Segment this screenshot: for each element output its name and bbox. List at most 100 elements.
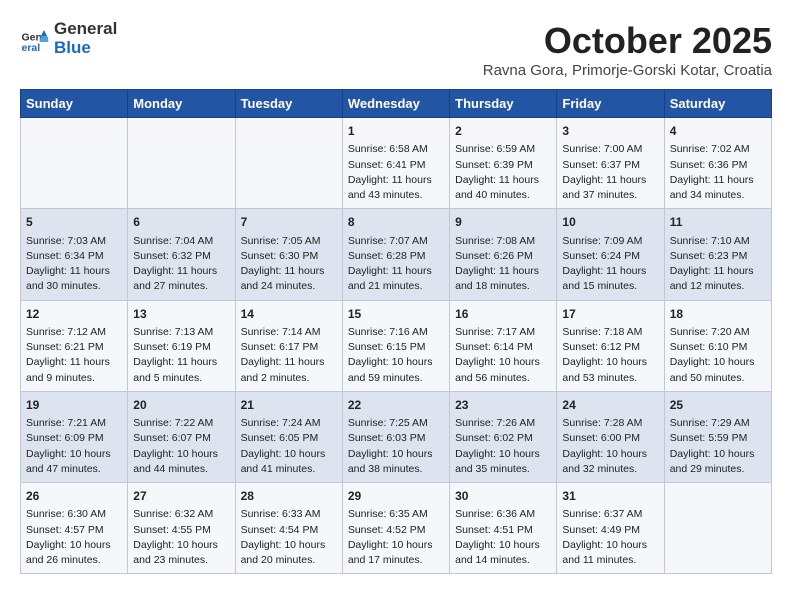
- calendar-table: SundayMondayTuesdayWednesdayThursdayFrid…: [20, 89, 772, 574]
- day-number: 8: [348, 214, 444, 231]
- calendar-day-4: 4 Sunrise: 7:02 AM Sunset: 6:36 PM Daylig…: [664, 118, 771, 209]
- calendar-day-22: 22 Sunrise: 7:25 AM Sunset: 6:03 PM Dayli…: [342, 391, 449, 482]
- day-number: 1: [348, 123, 444, 140]
- calendar-empty-cell: [21, 118, 128, 209]
- calendar-day-27: 27 Sunrise: 6:32 AM Sunset: 4:55 PM Dayli…: [128, 483, 235, 574]
- day-info: Sunrise: 7:02 AM Sunset: 6:36 PM Dayligh…: [670, 143, 754, 201]
- month-title: October 2025: [483, 20, 772, 62]
- day-info: Sunrise: 7:00 AM Sunset: 6:37 PM Dayligh…: [562, 143, 646, 201]
- day-number: 16: [455, 306, 551, 323]
- day-info: Sunrise: 7:20 AM Sunset: 6:10 PM Dayligh…: [670, 326, 755, 384]
- day-info: Sunrise: 7:09 AM Sunset: 6:24 PM Dayligh…: [562, 235, 646, 293]
- calendar-day-21: 21Sunrise: 7:24 AM Sunset: 6:05 PM Dayli…: [235, 391, 342, 482]
- day-info: Sunrise: 7:10 AM Sunset: 6:23 PM Dayligh…: [670, 235, 754, 293]
- day-number: 11: [670, 214, 766, 231]
- day-header-wednesday: Wednesday: [342, 90, 449, 118]
- page-header: Gen eral General Blue October 2025 Ravna…: [20, 20, 772, 79]
- calendar-week-row: 1Sunrise: 6:58 AM Sunset: 6:41 PM Daylig…: [21, 118, 772, 209]
- calendar-day-28: 28 Sunrise: 6:33 AM Sunset: 4:54 PM Dayli…: [235, 483, 342, 574]
- day-number: 31: [562, 488, 658, 505]
- day-header-sunday: Sunday: [21, 90, 128, 118]
- day-number: 19: [26, 397, 122, 414]
- calendar-day-11: 11 Sunrise: 7:10 AM Sunset: 6:23 PM Dayli…: [664, 209, 771, 300]
- calendar-week-row: 12Sunrise: 7:12 AM Sunset: 6:21 PM Dayli…: [21, 300, 772, 391]
- calendar-day-17: 17Sunrise: 7:18 AM Sunset: 6:12 PM Dayli…: [557, 300, 664, 391]
- day-number: 7: [241, 214, 337, 231]
- day-number: 30: [455, 488, 551, 505]
- day-number: 15: [348, 306, 444, 323]
- calendar-day-30: 30 Sunrise: 6:36 AM Sunset: 4:51 PM Dayli…: [450, 483, 557, 574]
- calendar-day-7: 7Sunrise: 7:05 AM Sunset: 6:30 PM Daylig…: [235, 209, 342, 300]
- title-block: October 2025 Ravna Gora, Primorje-Gorski…: [483, 20, 772, 79]
- calendar-day-6: 6 Sunrise: 7:04 AM Sunset: 6:32 PM Daylig…: [128, 209, 235, 300]
- calendar-empty-cell: [128, 118, 235, 209]
- day-number: 22: [348, 397, 444, 414]
- logo: Gen eral General Blue: [20, 20, 117, 57]
- calendar-day-10: 10 Sunrise: 7:09 AM Sunset: 6:24 PM Dayli…: [557, 209, 664, 300]
- day-info: Sunrise: 6:33 AM Sunset: 4:54 PM Dayligh…: [241, 508, 326, 566]
- day-number: 5: [26, 214, 122, 231]
- svg-text:eral: eral: [22, 42, 41, 54]
- day-info: Sunrise: 7:12 AM Sunset: 6:21 PM Dayligh…: [26, 326, 110, 384]
- calendar-day-12: 12Sunrise: 7:12 AM Sunset: 6:21 PM Dayli…: [21, 300, 128, 391]
- calendar-day-16: 16 Sunrise: 7:17 AM Sunset: 6:14 PM Dayli…: [450, 300, 557, 391]
- day-info: Sunrise: 7:03 AM Sunset: 6:34 PM Dayligh…: [26, 235, 110, 293]
- day-number: 10: [562, 214, 658, 231]
- day-number: 3: [562, 123, 658, 140]
- day-info: Sunrise: 7:04 AM Sunset: 6:32 PM Dayligh…: [133, 235, 217, 293]
- calendar-day-19: 19Sunrise: 7:21 AM Sunset: 6:09 PM Dayli…: [21, 391, 128, 482]
- calendar-day-18: 18 Sunrise: 7:20 AM Sunset: 6:10 PM Dayli…: [664, 300, 771, 391]
- day-number: 9: [455, 214, 551, 231]
- day-number: 24: [562, 397, 658, 414]
- day-info: Sunrise: 6:59 AM Sunset: 6:39 PM Dayligh…: [455, 143, 539, 201]
- calendar-day-2: 2Sunrise: 6:59 AM Sunset: 6:39 PM Daylig…: [450, 118, 557, 209]
- calendar-day-20: 20Sunrise: 7:22 AM Sunset: 6:07 PM Dayli…: [128, 391, 235, 482]
- day-info: Sunrise: 7:18 AM Sunset: 6:12 PM Dayligh…: [562, 326, 647, 384]
- day-info: Sunrise: 7:28 AM Sunset: 6:00 PM Dayligh…: [562, 417, 647, 475]
- calendar-day-8: 8 Sunrise: 7:07 AM Sunset: 6:28 PM Daylig…: [342, 209, 449, 300]
- day-number: 28: [241, 488, 337, 505]
- logo-icon: Gen eral: [20, 24, 50, 54]
- calendar-day-31: 31Sunrise: 6:37 AM Sunset: 4:49 PM Dayli…: [557, 483, 664, 574]
- calendar-day-1: 1Sunrise: 6:58 AM Sunset: 6:41 PM Daylig…: [342, 118, 449, 209]
- day-header-monday: Monday: [128, 90, 235, 118]
- day-header-tuesday: Tuesday: [235, 90, 342, 118]
- day-info: Sunrise: 6:35 AM Sunset: 4:52 PM Dayligh…: [348, 508, 433, 566]
- day-info: Sunrise: 7:25 AM Sunset: 6:03 PM Dayligh…: [348, 417, 433, 475]
- calendar-week-row: 19Sunrise: 7:21 AM Sunset: 6:09 PM Dayli…: [21, 391, 772, 482]
- day-number: 13: [133, 306, 229, 323]
- location-subtitle: Ravna Gora, Primorje-Gorski Kotar, Croat…: [483, 62, 772, 79]
- day-number: 4: [670, 123, 766, 140]
- day-number: 21: [241, 397, 337, 414]
- day-number: 26: [26, 488, 122, 505]
- day-info: Sunrise: 6:32 AM Sunset: 4:55 PM Dayligh…: [133, 508, 218, 566]
- calendar-day-3: 3 Sunrise: 7:00 AM Sunset: 6:37 PM Daylig…: [557, 118, 664, 209]
- day-number: 23: [455, 397, 551, 414]
- day-info: Sunrise: 7:17 AM Sunset: 6:14 PM Dayligh…: [455, 326, 540, 384]
- calendar-day-9: 9 Sunrise: 7:08 AM Sunset: 6:26 PM Daylig…: [450, 209, 557, 300]
- calendar-empty-cell: [664, 483, 771, 574]
- day-number: 20: [133, 397, 229, 414]
- calendar-week-row: 5 Sunrise: 7:03 AM Sunset: 6:34 PM Daylig…: [21, 209, 772, 300]
- calendar-day-23: 23 Sunrise: 7:26 AM Sunset: 6:02 PM Dayli…: [450, 391, 557, 482]
- day-number: 14: [241, 306, 337, 323]
- calendar-week-row: 26 Sunrise: 6:30 AM Sunset: 4:57 PM Dayli…: [21, 483, 772, 574]
- day-info: Sunrise: 7:13 AM Sunset: 6:19 PM Dayligh…: [133, 326, 217, 384]
- day-info: Sunrise: 7:29 AM Sunset: 5:59 PM Dayligh…: [670, 417, 755, 475]
- day-info: Sunrise: 7:14 AM Sunset: 6:17 PM Dayligh…: [241, 326, 325, 384]
- day-number: 18: [670, 306, 766, 323]
- calendar-day-14: 14 Sunrise: 7:14 AM Sunset: 6:17 PM Dayli…: [235, 300, 342, 391]
- calendar-day-25: 25Sunrise: 7:29 AM Sunset: 5:59 PM Dayli…: [664, 391, 771, 482]
- day-info: Sunrise: 6:36 AM Sunset: 4:51 PM Dayligh…: [455, 508, 540, 566]
- day-header-friday: Friday: [557, 90, 664, 118]
- calendar-day-24: 24 Sunrise: 7:28 AM Sunset: 6:00 PM Dayli…: [557, 391, 664, 482]
- day-number: 6: [133, 214, 229, 231]
- calendar-header-row: SundayMondayTuesdayWednesdayThursdayFrid…: [21, 90, 772, 118]
- day-info: Sunrise: 7:26 AM Sunset: 6:02 PM Dayligh…: [455, 417, 540, 475]
- calendar-day-13: 13 Sunrise: 7:13 AM Sunset: 6:19 PM Dayli…: [128, 300, 235, 391]
- day-info: Sunrise: 6:30 AM Sunset: 4:57 PM Dayligh…: [26, 508, 111, 566]
- day-header-thursday: Thursday: [450, 90, 557, 118]
- day-info: Sunrise: 7:07 AM Sunset: 6:28 PM Dayligh…: [348, 235, 432, 293]
- day-number: 27: [133, 488, 229, 505]
- day-info: Sunrise: 7:08 AM Sunset: 6:26 PM Dayligh…: [455, 235, 539, 293]
